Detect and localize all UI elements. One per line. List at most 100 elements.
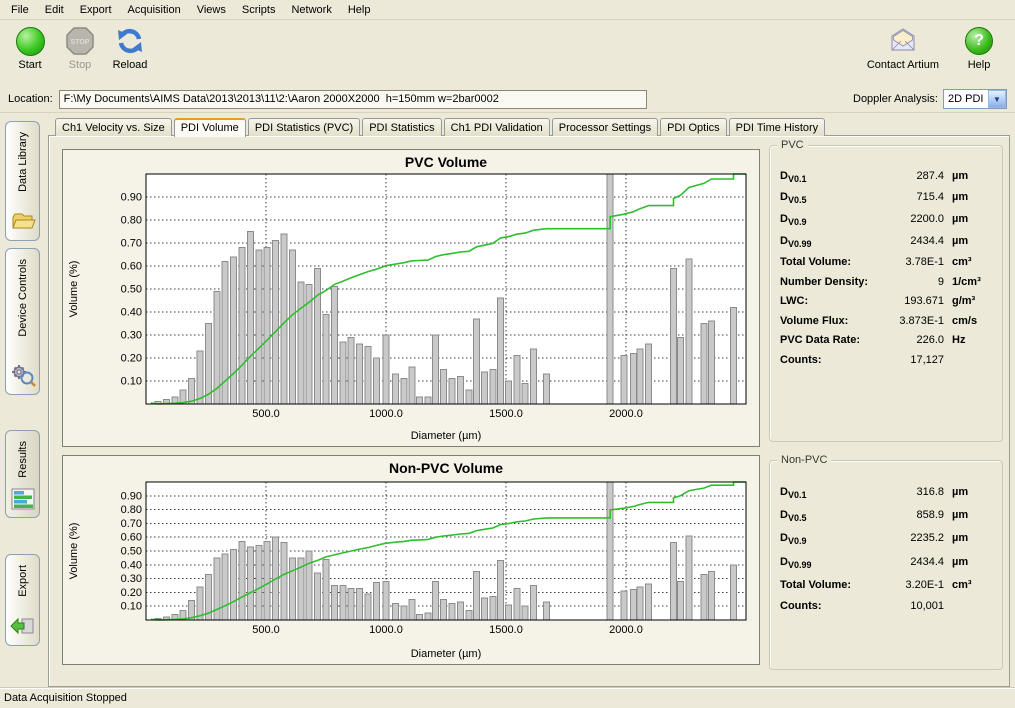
sidebar-item-data-library[interactable]: Data Library — [5, 121, 40, 241]
stat-unit: cm³ — [952, 256, 992, 268]
sidebar-item-device-controls[interactable]: Device Controls — [5, 248, 40, 395]
svg-text:0.20: 0.20 — [121, 587, 142, 599]
stat-unit: µm — [952, 235, 992, 247]
stat-value: 858.9 — [888, 509, 952, 521]
stat-row: DV0.92235.2µm — [780, 532, 992, 546]
help-button-label: Help — [968, 59, 991, 71]
stat-row: DV0.5715.4µm — [780, 191, 992, 205]
stat-label: Counts: — [780, 354, 888, 366]
reload-icon — [115, 26, 145, 56]
sidebar-item-results[interactable]: Results — [5, 430, 40, 518]
sidebar-item-export[interactable]: Export — [5, 554, 40, 646]
tab-pdi-time-history[interactable]: PDI Time History — [729, 118, 826, 136]
tab-pdi-optics[interactable]: PDI Optics — [660, 118, 727, 136]
non-pvc-stats-groupbox: Non-PVCDV0.1316.8µmDV0.5858.9µmDV0.92235… — [769, 460, 1003, 670]
doppler-analysis-select[interactable]: 2D PDI ▼ — [943, 89, 1007, 109]
svg-text:Diameter (µm): Diameter (µm) — [411, 648, 482, 660]
reload-button-label: Reload — [113, 59, 148, 71]
help-button[interactable]: ? Help — [957, 24, 1001, 73]
menu-item-views[interactable]: Views — [189, 2, 234, 18]
svg-text:500.0: 500.0 — [252, 408, 280, 420]
menu-item-network[interactable]: Network — [283, 2, 339, 18]
stop-button[interactable]: STOP Stop — [58, 24, 102, 73]
stat-unit: g/m³ — [952, 295, 992, 307]
menu-item-edit[interactable]: Edit — [37, 2, 72, 18]
svg-text:0.90: 0.90 — [121, 192, 142, 204]
stat-value: 17,127 — [888, 354, 952, 366]
stat-row: Counts:17,127 — [780, 354, 992, 366]
stat-unit: cm³ — [952, 579, 992, 591]
sidebar-item-label: Device Controls — [17, 259, 29, 337]
svg-text:500.0: 500.0 — [252, 624, 280, 636]
stat-unit: µm — [952, 556, 992, 568]
stop-icon: STOP — [65, 26, 95, 56]
svg-text:0.50: 0.50 — [121, 546, 142, 558]
contact-artium-button[interactable]: Contact Artium — [863, 24, 943, 73]
toolbar-left-group: Start STOP Stop Reload — [8, 24, 152, 73]
svg-text:Volume (%): Volume (%) — [68, 261, 80, 318]
menu-item-scripts[interactable]: Scripts — [234, 2, 284, 18]
stat-label: DV0.1 — [780, 486, 888, 500]
stat-label: DV0.5 — [780, 191, 888, 205]
stat-unit: µm — [952, 509, 992, 521]
menu-item-file[interactable]: File — [3, 2, 37, 18]
help-icon: ? — [964, 26, 994, 56]
non-pvc-volume-chart-panel: 0.100.200.300.400.500.600.700.800.90500.… — [62, 455, 760, 665]
tab-processor-settings[interactable]: Processor Settings — [552, 118, 658, 136]
svg-text:0.30: 0.30 — [121, 330, 142, 342]
svg-text:Non-PVC Volume: Non-PVC Volume — [389, 460, 503, 476]
svg-text:0.10: 0.10 — [121, 376, 142, 388]
folder-icon — [10, 208, 36, 234]
menu-item-acquisition[interactable]: Acquisition — [120, 2, 189, 18]
menu-item-help[interactable]: Help — [340, 2, 379, 18]
sidebar-item-label: Data Library — [17, 132, 29, 192]
location-input[interactable] — [59, 90, 647, 109]
tab-pdi-statistics-pvc-[interactable]: PDI Statistics (PVC) — [248, 118, 360, 136]
svg-text:Diameter (µm): Diameter (µm) — [411, 430, 482, 442]
stat-label: Counts: — [780, 600, 888, 612]
tab-ch1-velocity-vs-size[interactable]: Ch1 Velocity vs. Size — [55, 118, 172, 136]
menu-item-export[interactable]: Export — [72, 2, 120, 18]
stat-label: DV0.9 — [780, 213, 888, 227]
doppler-analysis-label: Doppler Analysis: — [853, 93, 938, 105]
stat-value: 226.0 — [888, 334, 952, 346]
location-label: Location: — [8, 93, 53, 105]
chevron-down-icon[interactable]: ▼ — [988, 90, 1006, 108]
tab-ch1-pdi-validation[interactable]: Ch1 PDI Validation — [444, 118, 550, 136]
pvc-stats-groupbox: PVCDV0.1287.4µmDV0.5715.4µmDV0.92200.0µm… — [769, 145, 1003, 442]
stat-label: LWC: — [780, 295, 888, 307]
svg-text:2000.0: 2000.0 — [609, 624, 643, 636]
reload-button[interactable]: Reload — [108, 24, 152, 73]
stat-value: 2235.2 — [888, 532, 952, 544]
location-row: Location: Doppler Analysis: 2D PDI ▼ — [0, 86, 1015, 113]
stat-label: Volume Flux: — [780, 315, 888, 327]
svg-text:0.80: 0.80 — [121, 504, 142, 516]
stat-label: Number Density: — [780, 276, 888, 288]
tab-strip: Ch1 Velocity vs. SizePDI VolumePDI Stati… — [48, 115, 1010, 136]
stat-unit: µm — [952, 213, 992, 225]
stat-row: Number Density:91/cm³ — [780, 276, 992, 288]
tab-pdi-statistics[interactable]: PDI Statistics — [362, 118, 441, 136]
bar-chart-icon — [10, 486, 36, 512]
svg-text:0.80: 0.80 — [121, 215, 142, 227]
envelope-icon — [888, 26, 918, 56]
svg-text:1000.0: 1000.0 — [369, 624, 403, 636]
stat-row: DV0.992434.4µm — [780, 235, 992, 249]
start-button[interactable]: Start — [8, 24, 52, 73]
stat-value: 715.4 — [888, 191, 952, 203]
svg-text:Volume (%): Volume (%) — [68, 523, 80, 580]
stat-label: DV0.9 — [780, 532, 888, 546]
stat-value: 2434.4 — [888, 556, 952, 568]
content-area: Ch1 Velocity vs. SizePDI VolumePDI Stati… — [48, 115, 1010, 687]
start-button-label: Start — [18, 59, 41, 71]
stat-label: DV0.5 — [780, 509, 888, 523]
stat-row: Counts:10,001 — [780, 600, 992, 612]
svg-text:STOP: STOP — [71, 39, 90, 46]
non-pvc-volume-chart: 0.100.200.300.400.500.600.700.800.90500.… — [63, 456, 759, 664]
svg-text:0.70: 0.70 — [121, 518, 142, 530]
tab-pdi-volume[interactable]: PDI Volume — [174, 118, 246, 137]
stat-unit: µm — [952, 532, 992, 544]
svg-text:2000.0: 2000.0 — [609, 408, 643, 420]
stat-value: 3.20E-1 — [888, 579, 952, 591]
svg-text:0.50: 0.50 — [121, 284, 142, 296]
